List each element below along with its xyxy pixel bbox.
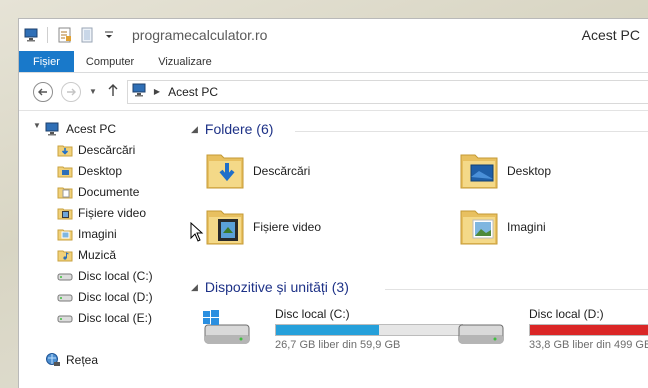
nav-item-network[interactable]: Rețea: [45, 350, 98, 370]
nav-item-label: Acest PC: [66, 122, 117, 136]
navigation-bar: ▼ ▶ Acest PC: [19, 73, 648, 111]
tab-view[interactable]: Vizualizare: [146, 51, 224, 72]
drive-usage-fill: [530, 325, 648, 335]
drive-icon: [57, 310, 73, 326]
folder-label: Desktop: [507, 163, 552, 178]
computer-icon: [132, 83, 148, 100]
devices-group-header[interactable]: ◢ Dispozitive și unități (3): [191, 279, 349, 295]
drive-icon: [57, 268, 73, 284]
desktop-folder-icon: [459, 147, 499, 194]
drive-icon: [57, 289, 73, 305]
nav-item-documents[interactable]: Documente: [57, 182, 139, 202]
nav-item-this-pc[interactable]: Acest PC: [45, 119, 116, 139]
folder-label: Fișiere video: [253, 219, 322, 234]
folders-group-title: Foldere (6): [204, 121, 274, 137]
drive-name: Disc local (C:): [275, 307, 350, 321]
nav-item-pictures[interactable]: Imagini: [57, 224, 117, 244]
breadcrumb-chevron-icon[interactable]: ▶: [154, 87, 160, 96]
window-title: Acest PC: [581, 27, 640, 43]
new-folder-icon[interactable]: [78, 26, 96, 44]
nav-item-desktop[interactable]: Desktop: [57, 161, 122, 181]
explorer-window: programecalculator.ro Acest PC Fișier Co…: [18, 18, 648, 388]
up-arrow-icon: [108, 84, 118, 96]
collapse-arrow-icon: ◢: [191, 281, 198, 292]
drive-icon: [455, 309, 507, 352]
properties-icon[interactable]: [56, 26, 74, 44]
nav-item-label: Rețea: [66, 353, 99, 367]
downloads-folder-icon: [57, 142, 73, 158]
collapse-arrow-icon: ◢: [191, 123, 198, 134]
drive-tile-d[interactable]: [455, 309, 507, 352]
content-pane: ◢ Foldere (6) Descărcări Desktop Fișiere…: [185, 111, 648, 388]
folder-tile-desktop[interactable]: Desktop: [459, 147, 551, 194]
collapse-arrow-icon[interactable]: ▼: [33, 121, 41, 130]
folder-tile-videos[interactable]: Fișiere video: [205, 203, 321, 250]
drive-free-space: 33,8 GB liber din 499 GB: [529, 339, 648, 351]
drive-usage-bar: [275, 324, 463, 336]
nav-item-label: Desktop: [78, 164, 123, 178]
group-divider: [295, 131, 648, 132]
ribbon-tabs: Fișier Computer Vizualizare: [19, 51, 648, 73]
back-arrow-icon: [38, 88, 47, 95]
drive-info-d[interactable]: Disc local (D:) 33,8 GB liber din 499 GB: [529, 307, 648, 351]
mouse-cursor-icon: [190, 221, 204, 245]
desktop-folder-icon: [57, 163, 73, 179]
nav-item-label: Disc local (D:): [78, 290, 153, 304]
network-icon: [45, 352, 61, 368]
nav-item-label: Disc local (C:): [78, 269, 153, 283]
pictures-folder-icon: [57, 226, 73, 242]
devices-group-title: Dispozitive și unități (3): [204, 279, 349, 295]
documents-folder-icon: [57, 184, 73, 200]
windows-drive-icon: [201, 309, 253, 352]
folder-tile-downloads[interactable]: Descărcări: [205, 147, 310, 194]
nav-item-downloads[interactable]: Descărcări: [57, 140, 135, 160]
nav-item-label: Fișiere video: [78, 206, 147, 220]
watermark-url: programecalculator.ro: [132, 27, 268, 43]
quick-access-separator: [47, 27, 48, 43]
nav-item-drive-d[interactable]: Disc local (D:): [57, 287, 153, 307]
nav-item-drive-c[interactable]: Disc local (C:): [57, 266, 153, 286]
drive-usage-bar: [529, 324, 648, 336]
up-button[interactable]: [107, 83, 119, 100]
folder-label: Imagini: [507, 219, 546, 234]
nav-item-label: Disc local (E:): [78, 311, 153, 325]
drive-usage-fill: [276, 325, 380, 335]
folder-tile-pictures[interactable]: Imagini: [459, 203, 546, 250]
drive-name: Disc local (D:): [529, 307, 604, 321]
folder-label: Descărcări: [253, 163, 311, 178]
nav-item-label: Documente: [78, 185, 140, 199]
breadcrumb-current[interactable]: Acest PC: [168, 85, 218, 99]
videos-folder-icon: [205, 203, 245, 250]
videos-folder-icon: [57, 205, 73, 221]
recent-locations-button[interactable]: ▼: [89, 87, 97, 96]
group-divider: [385, 289, 648, 290]
navigation-pane: ▼ Acest PC Descărcări Desktop Documente: [19, 111, 185, 388]
drive-tile-c[interactable]: [201, 309, 253, 352]
address-bar[interactable]: ▶ Acest PC: [126, 79, 648, 104]
nav-item-label: Descărcări: [78, 143, 136, 157]
title-bar: programecalculator.ro Acest PC: [19, 19, 648, 51]
tab-computer[interactable]: Computer: [74, 51, 146, 72]
nav-item-label: Imagini: [78, 227, 117, 241]
downloads-folder-icon: [205, 147, 245, 194]
back-button[interactable]: [33, 81, 53, 102]
pictures-folder-icon: [459, 203, 499, 250]
forward-button[interactable]: [61, 81, 81, 102]
nav-item-music[interactable]: Muzică: [57, 245, 116, 265]
customize-quick-access-icon[interactable]: [100, 26, 118, 44]
nav-item-videos[interactable]: Fișiere video: [57, 203, 146, 223]
system-menu-computer-icon[interactable]: [23, 26, 41, 44]
music-folder-icon: [57, 247, 73, 263]
folders-group-header[interactable]: ◢ Foldere (6): [191, 121, 273, 137]
nav-item-label: Muzică: [78, 248, 117, 262]
nav-item-drive-e[interactable]: Disc local (E:): [57, 308, 152, 328]
forward-arrow-icon: [67, 88, 76, 95]
drive-free-space: 26,7 GB liber din 59,9 GB: [275, 339, 401, 351]
computer-icon: [45, 121, 61, 137]
tab-file[interactable]: Fișier: [19, 51, 74, 72]
drive-info-c[interactable]: Disc local (C:) 26,7 GB liber din 59,9 G…: [275, 307, 463, 351]
